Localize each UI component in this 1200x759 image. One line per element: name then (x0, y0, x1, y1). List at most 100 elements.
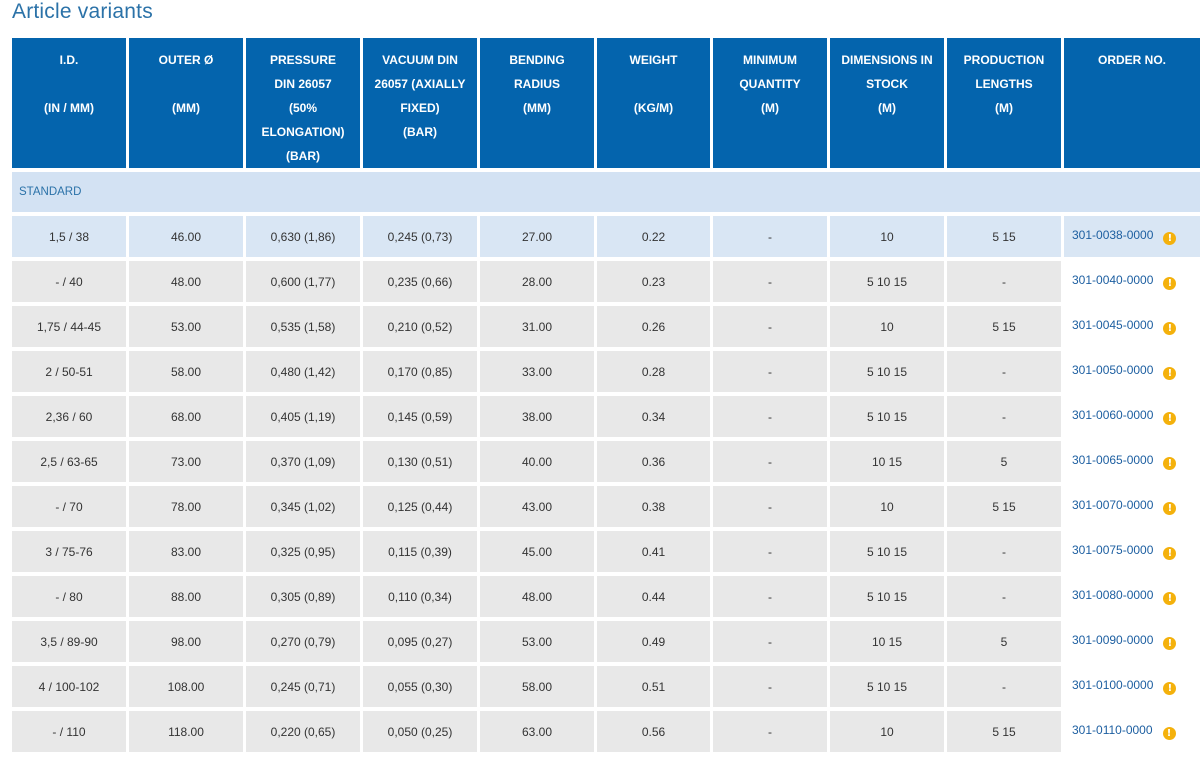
cell-order-no: 301-0110-0000! (1064, 711, 1200, 752)
cell-pressure: 0,305 (0,89) (246, 576, 360, 617)
cell-order-no: 301-0040-0000! (1064, 261, 1200, 302)
order-number-link[interactable]: 301-0100-0000 (1072, 678, 1153, 692)
info-icon[interactable]: ! (1163, 682, 1177, 695)
cell-outer-diameter: 73.00 (129, 441, 243, 482)
order-number-link[interactable]: 301-0060-0000 (1072, 408, 1153, 422)
cell-order-no: 301-0065-0000! (1064, 441, 1200, 482)
info-icon[interactable]: ! (1163, 232, 1177, 245)
cell-id: 2,5 / 63-65 (12, 441, 126, 482)
table-row: - / 80 88.00 0,305 (0,89) 0,110 (0,34) 48.00… (12, 576, 1200, 617)
cell-production-lengths: - (947, 666, 1061, 707)
cell-order-no: 301-0060-0000! (1064, 396, 1200, 437)
info-icon[interactable]: ! (1163, 592, 1177, 605)
cell-order-no: 301-0100-0000! (1064, 666, 1200, 707)
cell-pressure: 0,245 (0,71) (246, 666, 360, 707)
cell-bending-radius: 28.00 (480, 261, 594, 302)
order-number-link[interactable]: 301-0090-0000 (1072, 633, 1153, 647)
cell-outer-diameter: 58.00 (129, 351, 243, 392)
cell-vacuum: 0,055 (0,30) (363, 666, 477, 707)
info-icon[interactable]: ! (1162, 727, 1176, 740)
table-row: 4 / 100-102 108.00 0,245 (0,71) 0,055 (0,30… (12, 666, 1200, 707)
cell-vacuum: 0,170 (0,85) (363, 351, 477, 392)
cell-pressure: 0,270 (0,79) (246, 621, 360, 662)
cell-id: - / 110 (12, 711, 126, 752)
order-number-link[interactable]: 301-0080-0000 (1072, 588, 1153, 602)
cell-pressure: 0,345 (1,02) (246, 486, 360, 527)
cell-pressure: 0,630 (1,86) (246, 216, 360, 257)
cell-vacuum: 0,235 (0,66) (363, 261, 477, 302)
order-number-link[interactable]: 301-0075-0000 (1072, 543, 1153, 557)
info-icon[interactable]: ! (1163, 547, 1177, 560)
cell-weight: 0.36 (597, 441, 710, 482)
cell-production-lengths: - (947, 531, 1061, 572)
cell-production-lengths: - (947, 396, 1061, 437)
cell-vacuum: 0,095 (0,27) (363, 621, 477, 662)
info-icon[interactable]: ! (1163, 637, 1177, 650)
cell-minimum-quantity: - (713, 216, 827, 257)
info-icon[interactable]: ! (1163, 502, 1177, 515)
cell-bending-radius: 58.00 (480, 666, 594, 707)
table-row: - / 110 118.00 0,220 (0,65) 0,050 (0,25) 63.… (12, 711, 1200, 752)
cell-dimensions-in-stock: 5 10 15 (830, 531, 944, 572)
cell-outer-diameter: 48.00 (129, 261, 243, 302)
cell-weight: 0.38 (597, 486, 710, 527)
cell-pressure: 0,535 (1,58) (246, 306, 360, 347)
info-icon[interactable]: ! (1163, 412, 1177, 425)
cell-vacuum: 0,210 (0,52) (363, 306, 477, 347)
info-icon[interactable]: ! (1163, 457, 1177, 470)
cell-bending-radius: 40.00 (480, 441, 594, 482)
cell-weight: 0.49 (597, 621, 710, 662)
cell-outer-diameter: 46.00 (129, 216, 243, 257)
cell-id: 3,5 / 89-90 (12, 621, 126, 662)
header-order-no: ORDER NO. (1064, 38, 1200, 168)
cell-weight: 0.26 (597, 306, 710, 347)
page-title: Article variants (12, 0, 153, 23)
cell-outer-diameter: 98.00 (129, 621, 243, 662)
table-row: 2 / 50-51 58.00 0,480 (1,42) 0,170 (0,85) 33… (12, 351, 1200, 392)
cell-production-lengths: 5 15 (947, 306, 1061, 347)
header-dimensions-in-stock: DIMENSIONS IN STOCK (M) (830, 38, 944, 168)
header-id: I.D. (IN / MM) (12, 38, 126, 168)
cell-production-lengths: 5 (947, 441, 1061, 482)
cell-minimum-quantity: - (713, 621, 827, 662)
cell-production-lengths: 5 15 (947, 216, 1061, 257)
cell-dimensions-in-stock: 10 15 (830, 621, 944, 662)
order-number-link[interactable]: 301-0065-0000 (1072, 453, 1153, 467)
header-outer-diameter: OUTER Ø (MM) (129, 38, 243, 168)
info-icon[interactable]: ! (1163, 277, 1177, 290)
cell-order-no: 301-0070-0000! (1064, 486, 1200, 527)
cell-pressure: 0,600 (1,77) (246, 261, 360, 302)
table-row: 1,75 / 44-45 53.00 0,535 (1,58) 0,210 (0,52… (12, 306, 1200, 347)
info-icon[interactable]: ! (1163, 322, 1177, 335)
header-production-lengths: PRODUCTION LENGTHS (M) (947, 38, 1061, 168)
cell-pressure: 0,480 (1,42) (246, 351, 360, 392)
cell-minimum-quantity: - (713, 666, 827, 707)
table-row: 2,36 / 60 68.00 0,405 (1,19) 0,145 (0,59) 38… (12, 396, 1200, 437)
cell-minimum-quantity: - (713, 261, 827, 302)
header-pressure: PRESSURE DIN 26057 (50% ELONGATION) (BAR) (246, 38, 360, 168)
cell-production-lengths: 5 (947, 621, 1061, 662)
order-number-link[interactable]: 301-0050-0000 (1072, 363, 1153, 377)
order-number-link[interactable]: 301-0045-0000 (1072, 318, 1153, 332)
header-bending-radius: BENDING RADIUS (MM) (480, 38, 594, 168)
cell-weight: 0.56 (597, 711, 710, 752)
cell-production-lengths: 5 15 (947, 711, 1061, 752)
cell-bending-radius: 31.00 (480, 306, 594, 347)
cell-outer-diameter: 68.00 (129, 396, 243, 437)
order-number-link[interactable]: 301-0040-0000 (1072, 273, 1153, 287)
cell-dimensions-in-stock: 10 (830, 486, 944, 527)
header-minimum-quantity: MINIMUM QUANTITY (M) (713, 38, 827, 168)
cell-vacuum: 0,110 (0,34) (363, 576, 477, 617)
cell-id: 1,75 / 44-45 (12, 306, 126, 347)
cell-weight: 0.34 (597, 396, 710, 437)
cell-weight: 0.23 (597, 261, 710, 302)
cell-order-no: 301-0038-0000! (1064, 216, 1200, 257)
order-number-link[interactable]: 301-0038-0000 (1072, 228, 1153, 242)
cell-id: 4 / 100-102 (12, 666, 126, 707)
order-number-link[interactable]: 301-0070-0000 (1072, 498, 1153, 512)
cell-weight: 0.51 (597, 666, 710, 707)
cell-id: - / 40 (12, 261, 126, 302)
info-icon[interactable]: ! (1163, 367, 1177, 380)
header-weight: WEIGHT (KG/M) (597, 38, 710, 168)
order-number-link[interactable]: 301-0110-0000 (1072, 723, 1153, 737)
